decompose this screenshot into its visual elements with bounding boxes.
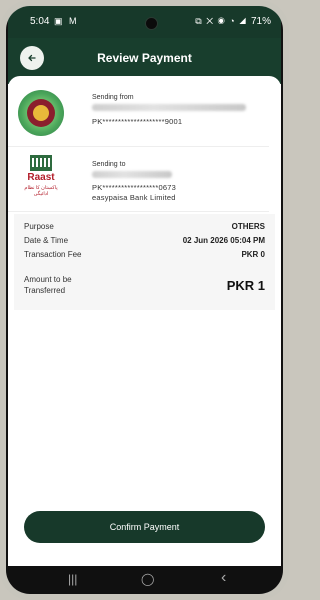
raast-logo-icon: Raast پاکستان کا نظام ادائیگی xyxy=(18,155,64,201)
system-nav-bar: ||| ◯ ‹ xyxy=(8,566,281,594)
purpose-value: OTHERS xyxy=(231,222,265,231)
fee-label: Transaction Fee xyxy=(24,250,82,259)
battery-level: 71% xyxy=(250,16,271,27)
status-bar: 5:04 ▣ M ⧉ ✕ ◉ ◔ ◢ 71% xyxy=(8,6,281,38)
sender-row: Sending from PK********************9001 xyxy=(8,82,269,147)
page-title: Review Payment xyxy=(97,51,192,65)
amount-row: Amount to be Transferred PKR 1 xyxy=(24,274,265,296)
sender-account-name-redacted xyxy=(92,104,246,111)
app-screen: 5:04 ▣ M ⧉ ✕ ◉ ◔ ◢ 71% Review Payment Se… xyxy=(8,6,281,594)
receiver-row: Raast پاکستان کا نظام ادائیگی Sending to… xyxy=(8,147,269,212)
purpose-row: Purpose OTHERS xyxy=(24,222,265,231)
fee-value: PKR 0 xyxy=(241,250,265,259)
purpose-label: Purpose xyxy=(24,222,54,231)
payment-details: Purpose OTHERS Date & Time 02 Jun 2026 0… xyxy=(14,214,275,310)
sender-account-number: PK********************9001 xyxy=(92,117,183,126)
raast-logo-subtext: پاکستان کا نظام ادائیگی xyxy=(24,185,58,197)
phone-bezel: 5:04 ▣ M ⧉ ✕ ◉ ◔ ◢ 71% Review Payment Se… xyxy=(6,6,283,594)
confirm-payment-button[interactable]: Confirm Payment xyxy=(24,511,265,543)
bank-logo-icon xyxy=(18,90,64,136)
fee-row: Transaction Fee PKR 0 xyxy=(24,250,265,259)
amount-label: Amount to be Transferred xyxy=(24,275,72,295)
recents-icon[interactable]: ||| xyxy=(68,572,77,586)
home-icon[interactable]: ◯ xyxy=(141,572,154,586)
sending-to-label: Sending to xyxy=(92,161,126,168)
front-camera-icon xyxy=(145,17,158,30)
datetime-label: Date & Time xyxy=(24,236,69,245)
datetime-row: Date & Time 02 Jun 2026 05:04 PM xyxy=(24,236,265,245)
notification-icons: ▣ M xyxy=(54,16,79,26)
status-time: 5:04 xyxy=(30,16,50,27)
raast-logo-text: Raast xyxy=(27,172,55,183)
back-icon[interactable]: ‹ xyxy=(221,569,226,587)
sending-from-label: Sending from xyxy=(92,94,134,101)
receiver-account-number: PK******************0673 xyxy=(92,183,177,192)
receiver-bank-name: easypaisa Bank Limited xyxy=(92,193,176,202)
receiver-name-redacted xyxy=(92,171,172,178)
system-status-icons: ⧉ ✕ ◉ ◔ ◢ xyxy=(195,16,247,26)
amount-value: PKR 1 xyxy=(226,278,265,293)
datetime-value: 02 Jun 2026 05:04 PM xyxy=(182,236,265,245)
